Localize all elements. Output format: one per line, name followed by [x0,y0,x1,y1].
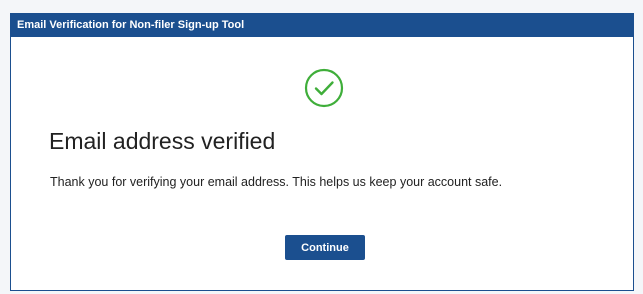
page-heading: Email address verified [49,128,276,154]
continue-button[interactable]: Continue [285,235,365,260]
check-circle-icon [304,68,344,108]
panel-title: Email Verification for Non-filer Sign-up… [11,14,633,37]
confirmation-message: Thank you for verifying your email addre… [50,175,503,189]
verification-panel: Email Verification for Non-filer Sign-up… [10,13,634,291]
